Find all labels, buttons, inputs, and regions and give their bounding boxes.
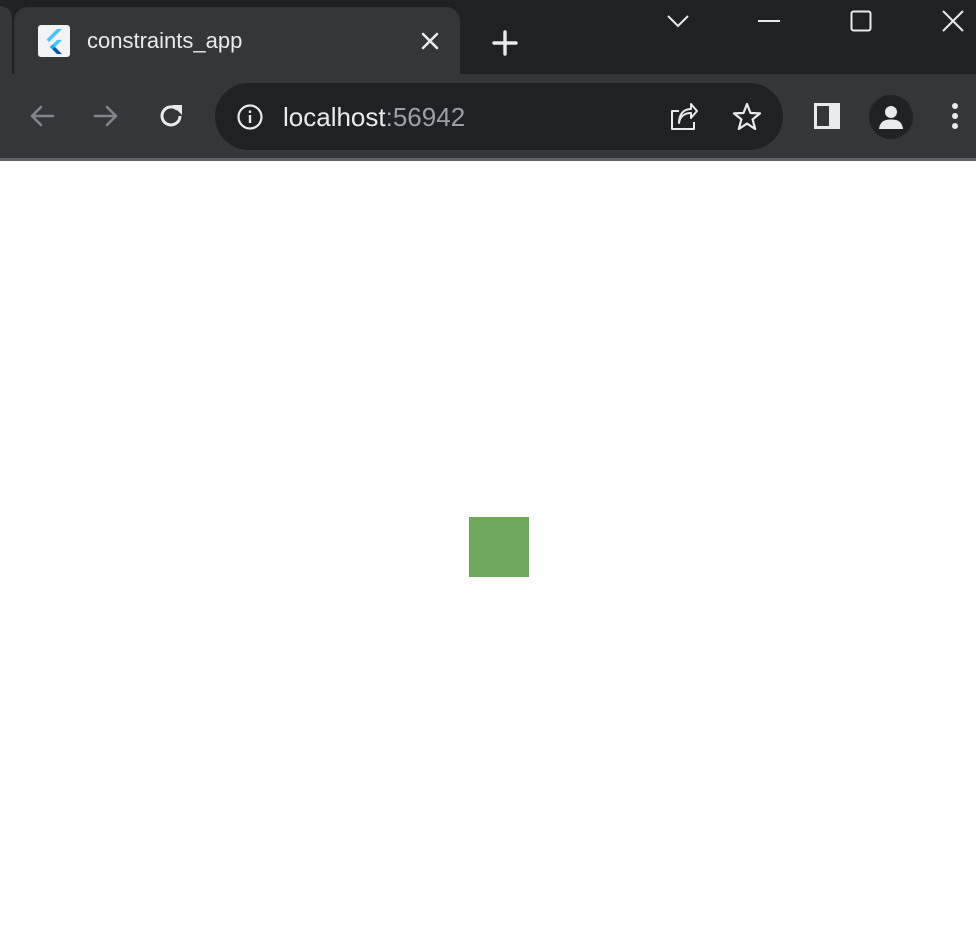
maximize-icon[interactable] — [841, 4, 881, 38]
close-icon[interactable] — [416, 27, 444, 55]
toolbar: localhost:56942 — [0, 74, 976, 158]
browser-window: constraints_app localhost:56942 — [0, 0, 976, 928]
side-panel-icon[interactable] — [807, 96, 847, 136]
flutter-logo-icon — [38, 25, 70, 57]
url-port: :56942 — [385, 102, 466, 132]
minimize-icon[interactable] — [749, 4, 789, 38]
omnibox[interactable]: localhost:56942 — [215, 83, 783, 150]
url-host: localhost — [283, 102, 386, 132]
previous-tab-edge[interactable] — [0, 6, 12, 74]
kebab-menu-icon[interactable] — [935, 96, 975, 136]
url-text[interactable]: localhost:56942 — [283, 102, 465, 132]
person-icon[interactable] — [869, 95, 913, 139]
reload-icon[interactable] — [151, 96, 191, 136]
green-box — [469, 517, 529, 577]
star-icon[interactable] — [730, 100, 764, 134]
arrow-left-icon[interactable] — [22, 96, 62, 136]
tab-title: constraints_app — [87, 28, 243, 53]
tab-strip: constraints_app — [0, 0, 976, 74]
close-window-icon[interactable] — [933, 4, 973, 38]
chevron-down-icon[interactable] — [658, 4, 698, 38]
plus-icon[interactable] — [487, 25, 523, 61]
page-viewport — [0, 161, 976, 928]
arrow-right-icon[interactable] — [86, 96, 126, 136]
tab-constraints-app[interactable]: constraints_app — [14, 7, 460, 74]
share-icon[interactable] — [666, 100, 700, 134]
info-icon[interactable] — [235, 102, 265, 132]
